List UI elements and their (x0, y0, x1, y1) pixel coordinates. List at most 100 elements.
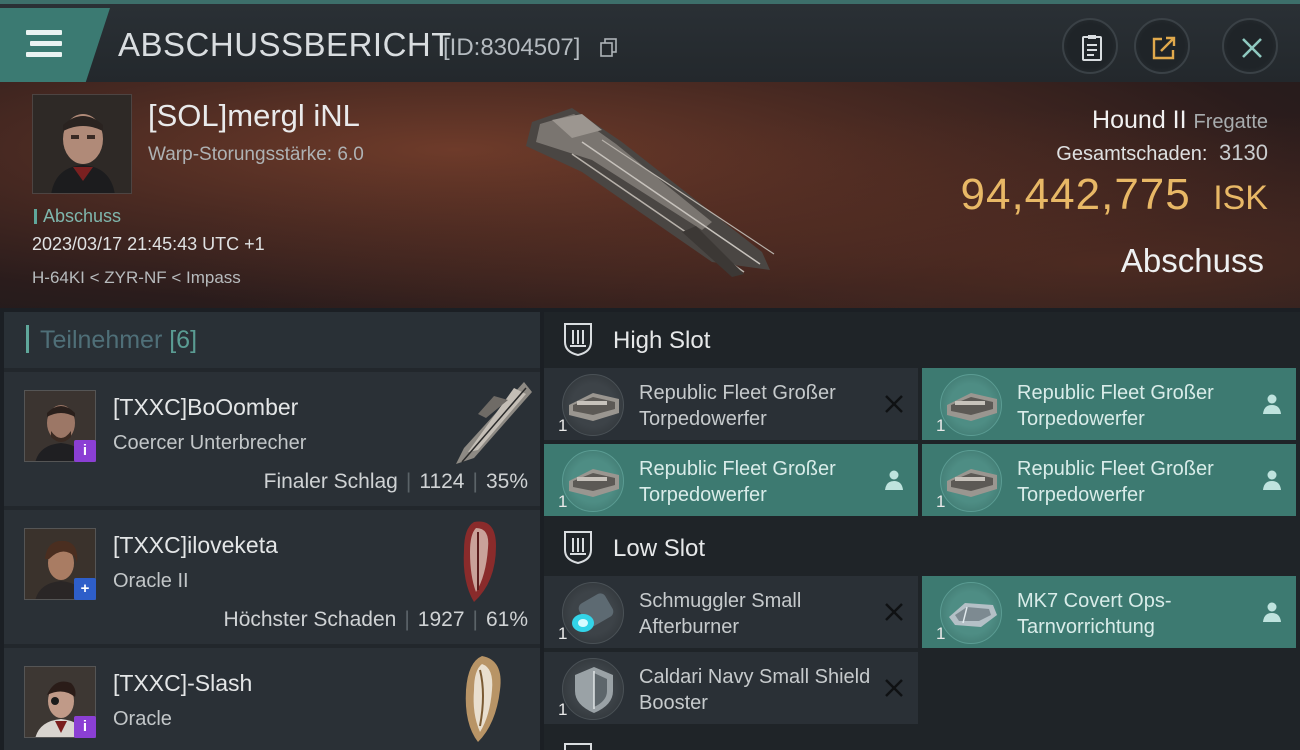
high-slot-label: High Slot (613, 327, 711, 354)
victim-portrait[interactable] (32, 94, 132, 194)
divider: | (404, 608, 410, 631)
plus-badge: + (74, 578, 96, 600)
participant-ship-image (465, 656, 501, 742)
module-slot[interactable]: 1 MK7 Covert Ops-Tarnvorrichtung (922, 576, 1296, 648)
report-id: [ID:8304507] (443, 34, 581, 61)
participant-ship: Oracle (113, 708, 172, 730)
warp-strength: Warp-Storungsstärke: 6.0 (148, 144, 364, 165)
module-qty: 1 (936, 624, 946, 643)
divider: | (472, 608, 478, 631)
share-icon (1152, 36, 1176, 60)
participants-panel: Teilnehmer [6] i [TXXC]BoOomber Coercer … (4, 312, 540, 750)
participant-ship: Coercer Unterbrecher (113, 432, 307, 454)
participant-row[interactable]: i [TXXC]-Slash Oracle (4, 648, 540, 750)
module-qty: 1 (558, 492, 568, 511)
module-qty: 1 (558, 624, 568, 643)
module-qty: 1 (558, 416, 568, 435)
torpedo-launcher-icon (562, 450, 624, 512)
participant-name: [TXXC]-Slash (113, 670, 253, 696)
avatar (33, 95, 131, 193)
ship-name: Hound II (1092, 106, 1187, 134)
hamburger-icon-bar (30, 41, 62, 46)
cloaking-device-icon (940, 582, 1002, 644)
total-damage: Gesamtschaden: 3130 (1056, 140, 1268, 166)
destroyed-x-icon (885, 679, 903, 697)
person-icon (1263, 394, 1281, 414)
menu-button[interactable] (0, 8, 110, 82)
participant-stats: Finaler Schlag | 1124 | 35% (264, 470, 528, 494)
destroyed-x-icon (885, 395, 903, 413)
module-slot[interactable]: 1 Republic Fleet Großer Torpedowerfer (544, 444, 918, 516)
victim-banner: [SOL]mergl iNL Warp-Storungsstärke: 6.0 … (0, 82, 1300, 308)
module-name: MK7 Covert Ops-Tarnvorrichtung (1017, 590, 1172, 638)
participant-role: Höchster Schaden (223, 608, 397, 631)
high-slot-header: High Slot (544, 312, 1300, 368)
module-name: Republic Fleet Großer Torpedowerfer (1017, 458, 1214, 506)
victim-ship-image[interactable] (512, 102, 792, 292)
fitting-panel: High Slot 1 Republic Fleet Großer Torped… (544, 312, 1300, 750)
isk-value: 94,442,775 ISK (961, 170, 1268, 220)
hamburger-icon (26, 30, 62, 35)
afterburner-icon (562, 582, 624, 644)
next-slot-header (544, 732, 1300, 750)
module-name: Republic Fleet Großer Torpedowerfer (639, 382, 836, 430)
kill-timestamp: 2023/03/17 21:45:43 UTC +1 (32, 234, 265, 254)
participant-percent: 35% (485, 470, 528, 493)
close-button[interactable] (1222, 18, 1278, 74)
isk-unit: ISK (1213, 179, 1268, 217)
victim-ship[interactable]: Hound II Fregatte (1092, 106, 1268, 135)
close-icon (1242, 38, 1262, 58)
module-slot[interactable]: 1 Caldari Navy Small Shield Booster (544, 652, 918, 724)
low-slot-header: Low Slot (544, 520, 1300, 576)
isk-amount: 94,442,775 (960, 170, 1191, 219)
module-slot[interactable]: 1 Republic Fleet Großer Torpedowerfer (922, 444, 1296, 516)
participants-count: [6] (169, 326, 198, 354)
victim-name[interactable]: [SOL]mergl iNL (148, 98, 360, 134)
module-qty: 1 (558, 700, 568, 719)
low-slot-label: Low Slot (613, 535, 706, 562)
mid-slot-icon (564, 743, 592, 750)
participant-ship: Oracle II (113, 570, 189, 592)
total-damage-label: Gesamtschaden: (1056, 143, 1208, 165)
participant-name: [TXXC]iloveketa (113, 532, 278, 558)
participant-ship-image (463, 521, 496, 602)
participant-percent: 61% (485, 608, 528, 631)
participant-name: [TXXC]BoOomber (113, 394, 299, 420)
person-icon (885, 470, 903, 490)
total-damage-value: 3130 (1219, 140, 1268, 165)
participant-row[interactable]: + [TXXC]iloveketa Oracle II Höchster Sch… (4, 510, 540, 644)
low-slot-icon (564, 531, 592, 564)
participant-damage: 1124 (419, 470, 465, 493)
module-slot[interactable]: 1 Schmuggler Small Afterburner (544, 576, 918, 648)
module-name: Republic Fleet Großer Torpedowerfer (1017, 382, 1214, 430)
kill-location[interactable]: H-64KI < ZYR-NF < Impass (32, 268, 241, 288)
participants-header: Teilnehmer [6] (4, 312, 540, 368)
module-qty: 1 (936, 492, 946, 511)
hamburger-icon-bar (26, 52, 62, 57)
ship-class: Fregatte (1193, 111, 1268, 133)
torpedo-launcher-icon (562, 374, 624, 436)
module-name: Republic Fleet Großer Torpedowerfer (639, 458, 836, 506)
participant-damage: 1927 (417, 608, 465, 631)
person-icon (1263, 602, 1281, 622)
participants-label: Teilnehmer (40, 326, 163, 354)
kill-tag: Abschuss (34, 206, 121, 227)
torpedo-launcher-icon (940, 374, 1002, 436)
copy-icon[interactable] (600, 38, 618, 58)
share-button[interactable] (1134, 18, 1190, 74)
module-name: Caldari Navy Small Shield Booster (639, 666, 871, 714)
module-slot[interactable]: 1 Republic Fleet Großer Torpedowerfer (922, 368, 1296, 440)
module-slot[interactable]: 1 Republic Fleet Großer Torpedowerfer (544, 368, 918, 440)
participant-ship-image (456, 382, 532, 464)
high-slot-icon (564, 323, 592, 356)
module-qty: 1 (936, 416, 946, 435)
page-title: ABSCHUSSBERICHT (118, 26, 452, 63)
participant-role: Finaler Schlag (263, 470, 398, 493)
torpedo-launcher-icon (940, 450, 1002, 512)
clipboard-button[interactable] (1062, 18, 1118, 74)
divider: | (472, 470, 478, 493)
module-name: Schmuggler Small Afterburner (639, 590, 802, 638)
person-icon (1263, 470, 1281, 490)
participant-row[interactable]: i [TXXC]BoOomber Coercer Unterbrecher Fi… (4, 372, 540, 506)
header-bar: ABSCHUSSBERICHT [ID:8304507] (0, 0, 1300, 82)
